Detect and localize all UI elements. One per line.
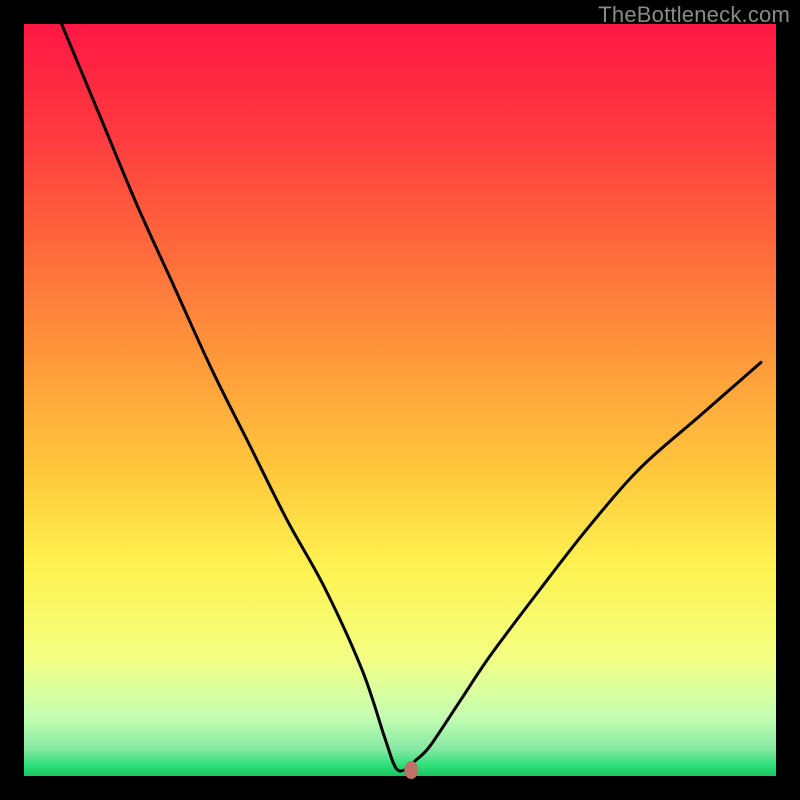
- watermark-label: TheBottleneck.com: [598, 2, 790, 28]
- bottleneck-chart: [0, 0, 800, 800]
- chart-stage: TheBottleneck.com: [0, 0, 800, 800]
- optimal-point-marker: [404, 761, 418, 779]
- plot-background: [24, 24, 776, 776]
